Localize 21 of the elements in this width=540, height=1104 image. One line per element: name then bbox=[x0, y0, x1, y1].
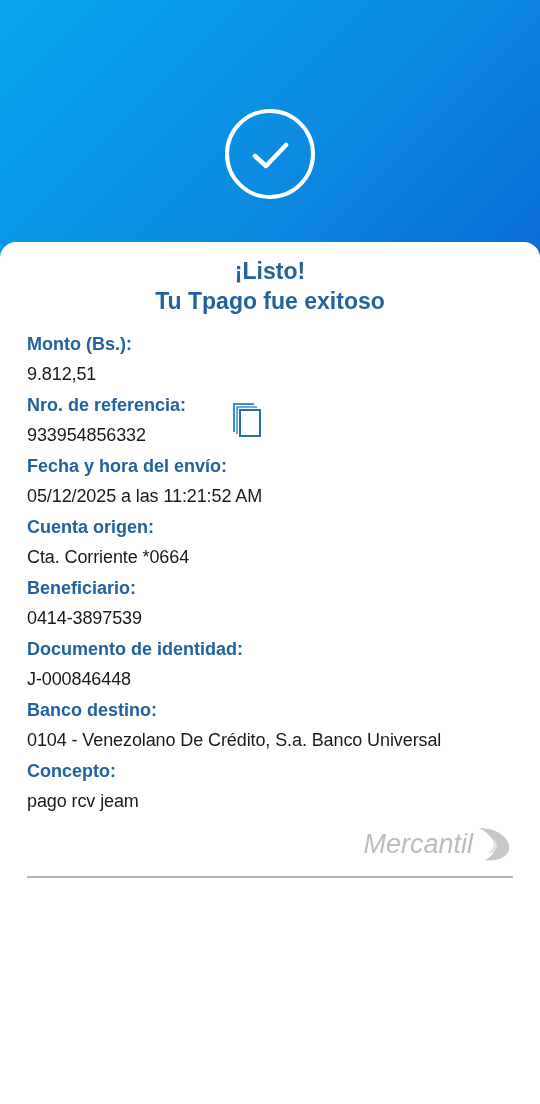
brand-logo-text: Mercantil bbox=[363, 828, 473, 860]
field-value: pago rcv jeam bbox=[27, 790, 139, 813]
copy-icon[interactable] bbox=[232, 401, 263, 438]
field-label: Banco destino: bbox=[27, 699, 157, 722]
success-title: ¡Listo! bbox=[233, 257, 307, 286]
field-value: J-000846448 bbox=[27, 668, 131, 691]
field-label: Beneficiario: bbox=[27, 577, 137, 600]
field-value: Cta. Corriente *0664 bbox=[27, 546, 190, 569]
field-label: Concepto: bbox=[27, 760, 116, 783]
field-label: Documento de identidad: bbox=[27, 638, 243, 661]
field-value: 05/12/2025 a las 11:21:52 AM bbox=[27, 485, 263, 508]
field-value: 0414-3897539 bbox=[27, 607, 142, 630]
field-label: Nro. de referencia: bbox=[27, 394, 187, 417]
field-label: Monto (Bs.): bbox=[27, 333, 132, 356]
field-value: 9.812,51 bbox=[27, 363, 97, 386]
field-label: Fecha y hora del envío: bbox=[27, 455, 228, 478]
field-value: 0104 - Venezolano De Crédito, S.a. Banco Universal bbox=[27, 729, 442, 752]
check-circle-icon bbox=[224, 108, 316, 200]
field-label: Cuenta origen: bbox=[27, 516, 154, 539]
success-subtitle: Tu Tpago fue exitoso bbox=[154, 287, 386, 316]
field-value: 933954856332 bbox=[27, 424, 146, 447]
